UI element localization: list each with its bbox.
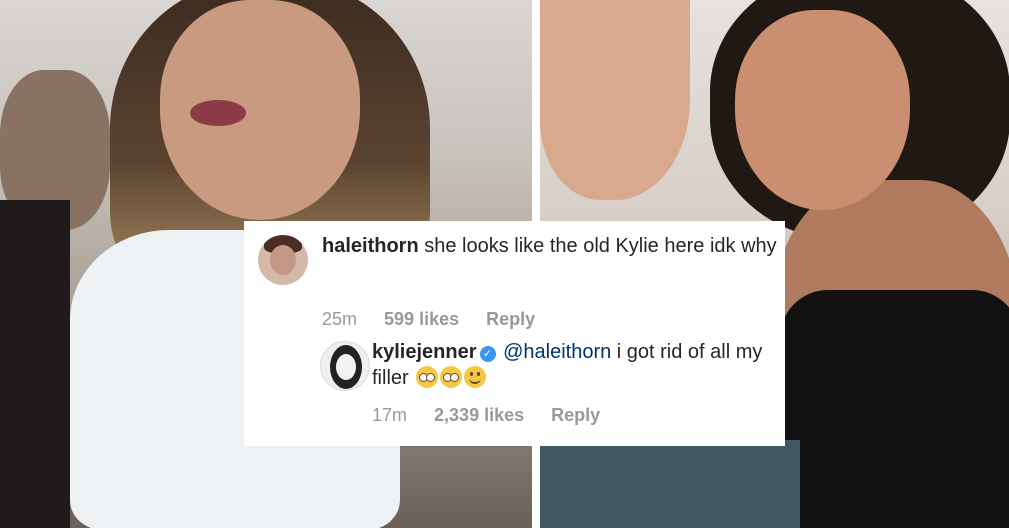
comment-meta: 25m 599 likes Reply: [322, 309, 557, 330]
avatar[interactable]: [320, 341, 370, 391]
avatar[interactable]: [258, 235, 308, 285]
comment-text: haleithorn she looks like the old Kylie …: [322, 233, 782, 259]
face: [735, 10, 910, 210]
comment-text: kyliejenner ✓ @haleithorn i got rid of al…: [372, 339, 782, 391]
flushed-face-icon: [440, 366, 463, 388]
comment-meta: 17m 2,339 likes Reply: [372, 405, 622, 426]
comment-time: 25m: [322, 309, 358, 329]
comment-body: she looks like the old Kylie here idk wh…: [418, 235, 777, 257]
comment-username[interactable]: haleithorn: [322, 235, 419, 257]
slightly-smiling-face-icon: [464, 366, 487, 388]
comment-likes[interactable]: 2,339 likes: [434, 405, 524, 425]
flushed-face-icon: [416, 366, 439, 388]
comment-username[interactable]: kyliejenner: [372, 341, 477, 363]
avatar-face: [270, 245, 296, 275]
lips: [190, 100, 246, 126]
patterned-scarf: [540, 440, 800, 528]
reply-button[interactable]: Reply: [551, 405, 600, 425]
black-top: [780, 290, 1009, 528]
avatar-face: [336, 354, 356, 380]
verified-badge-icon: ✓: [479, 346, 496, 362]
reply-button[interactable]: Reply: [486, 309, 535, 329]
friend-face: [540, 0, 690, 200]
comment-likes[interactable]: 599 likes: [384, 309, 459, 329]
background-person: [0, 200, 70, 528]
comment-card: haleithorn she looks like the old Kylie …: [244, 221, 785, 446]
comment-time: 17m: [372, 405, 408, 425]
mention-link[interactable]: @haleithorn: [503, 341, 611, 363]
